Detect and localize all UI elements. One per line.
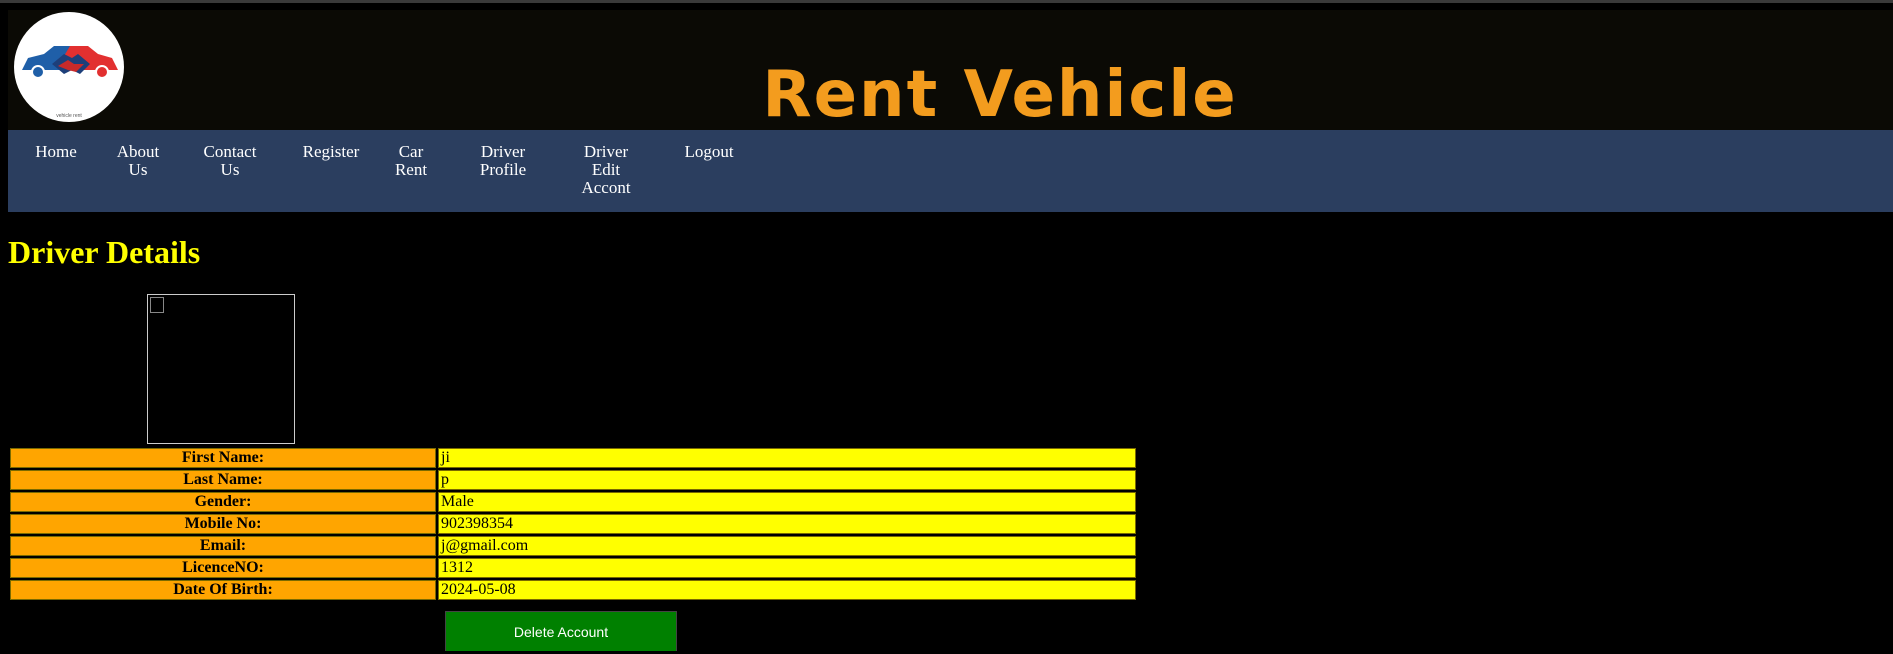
email-label: Email: [10, 536, 436, 556]
table-row: Email: j@gmail.com [10, 536, 1136, 556]
nav-register[interactable]: Register [291, 143, 371, 161]
table-row: First Name: ji [10, 448, 1136, 468]
mobile-label: Mobile No: [10, 514, 436, 534]
email-value: j@gmail.com [438, 536, 1136, 556]
gender-value: Male [438, 492, 1136, 512]
nav-about-us[interactable]: About Us [106, 143, 170, 179]
page-title: Driver Details [8, 234, 201, 270]
table-row: Gender: Male [10, 492, 1136, 512]
dob-label: Date Of Birth: [10, 580, 436, 600]
nav-car-rent[interactable]: Car Rent [388, 143, 434, 179]
main-nav: Home About Us Contact Us Register Car Re… [8, 130, 1893, 212]
gender-label: Gender: [10, 492, 436, 512]
site-logo[interactable]: vehicle rent [14, 12, 124, 122]
logo-caption: vehicle rent [56, 113, 82, 119]
delete-account-button[interactable]: Delete Account [445, 611, 677, 651]
nav-driver-edit-account[interactable]: Driver Edit Accont [578, 143, 634, 197]
table-row: Date Of Birth: 2024-05-08 [10, 580, 1136, 600]
nav-home[interactable]: Home [16, 143, 96, 161]
first-name-label: First Name: [10, 448, 436, 468]
licence-label: LicenceNO: [10, 558, 436, 578]
nav-driver-profile[interactable]: Driver Profile [478, 143, 528, 179]
nav-contact-us[interactable]: Contact Us [198, 143, 262, 179]
table-row: LicenceNO: 1312 [10, 558, 1136, 578]
driver-details-table: First Name: ji Last Name: p Gender: Male… [8, 446, 1138, 602]
table-row: Last Name: p [10, 470, 1136, 490]
site-title: Rent Vehicle [762, 58, 1238, 132]
table-row: Mobile No: 902398354 [10, 514, 1136, 534]
broken-image-icon [150, 297, 164, 313]
mobile-value: 902398354 [438, 514, 1136, 534]
last-name-value: p [438, 470, 1136, 490]
car-handshake-icon [22, 46, 118, 79]
last-name-label: Last Name: [10, 470, 436, 490]
driver-photo [147, 294, 295, 444]
dob-value: 2024-05-08 [438, 580, 1136, 600]
first-name-value: ji [438, 448, 1136, 468]
licence-value: 1312 [438, 558, 1136, 578]
nav-logout[interactable]: Logout [674, 143, 744, 161]
window-top-border [0, 0, 1893, 3]
